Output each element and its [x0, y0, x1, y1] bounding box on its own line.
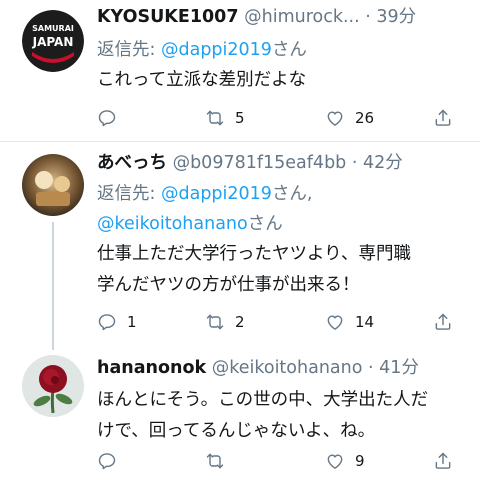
- share-icon: [435, 313, 451, 330]
- tweet-text-line: ほんとにそう。この世の中、大学出た人だ: [97, 390, 429, 410]
- tweet-feed: SAMURAI JAPAN KYOSUKE1007 @himurock... ·…: [0, 0, 480, 486]
- share-icon: [435, 452, 451, 469]
- tweet-text: ほんとにそう。この世の中、大学出た人だ けで、回ってるんじゃないよ、ね。: [97, 385, 472, 447]
- tweet-header: KYOSUKE1007 @himurock... · 39分: [97, 4, 472, 30]
- user-handle[interactable]: @keikoitohanano: [212, 358, 363, 378]
- action-bar: 1 2 14: [97, 310, 457, 334]
- retweet-icon: [206, 110, 224, 126]
- replying-to: 返信先: @dappi2019さん, @keikoitohananoさん: [97, 179, 472, 239]
- share-button[interactable]: [433, 106, 453, 130]
- mention-link[interactable]: @dappi2019: [161, 40, 272, 60]
- logo-text-top: SAMURAI: [32, 24, 74, 33]
- avatar[interactable]: SAMURAI JAPAN: [22, 10, 84, 72]
- like-icon: [327, 111, 343, 126]
- tweet-text: 仕事上ただ大学行ったヤツより、専門職 学んだヤツの方が仕事が出来る！: [97, 239, 472, 301]
- avatar-photo: [22, 355, 84, 417]
- retweet-button[interactable]: [205, 449, 235, 473]
- share-icon: [435, 109, 451, 126]
- tweet-text: これって立派な差別だよな: [97, 70, 307, 90]
- separator-dot: ·: [368, 358, 374, 378]
- reply-count: 1: [127, 313, 137, 331]
- reply-icon: [98, 314, 116, 331]
- reply-button[interactable]: [97, 106, 127, 130]
- samurai-japan-logo: SAMURAI JAPAN: [22, 10, 84, 72]
- timestamp[interactable]: 42分: [363, 153, 403, 173]
- like-count: 26: [355, 109, 375, 127]
- avatar-photo: [22, 154, 84, 216]
- tweet-body: hananonok @keikoitohanano · 41分 ほんとにそう。こ…: [97, 355, 472, 447]
- reply-icon: [98, 110, 116, 127]
- replying-label: 返信先:: [97, 40, 156, 60]
- display-name[interactable]: hananonok: [97, 358, 206, 378]
- like-icon: [327, 454, 343, 469]
- like-count: 14: [355, 313, 375, 331]
- replying-suffix: さん: [271, 40, 307, 60]
- tweet-body: KYOSUKE1007 @himurock... · 39分 返信先: @dap…: [97, 4, 472, 96]
- tweet-text-line: 仕事上ただ大学行ったヤツより、専門職: [97, 244, 411, 264]
- tweet[interactable]: SAMURAI JAPAN KYOSUKE1007 @himurock... ·…: [0, 0, 480, 142]
- thread-line: [52, 222, 54, 350]
- like-button[interactable]: 14: [325, 310, 374, 334]
- avatar[interactable]: [22, 355, 84, 417]
- like-count: 9: [355, 452, 365, 470]
- retweet-count: 5: [235, 109, 245, 127]
- user-handle[interactable]: @b09781f15eaf4bb: [173, 153, 347, 173]
- retweet-button[interactable]: 5: [205, 106, 245, 130]
- reply-icon: [98, 453, 116, 470]
- tweet-header: あべっち @b09781f15eaf4bb · 42分: [97, 150, 472, 176]
- logo-text-main: JAPAN: [32, 35, 74, 49]
- tweet[interactable]: あべっち @b09781f15eaf4bb · 42分 返信先: @dappi2…: [0, 142, 480, 350]
- reply-button[interactable]: 1: [97, 310, 137, 334]
- mention-link[interactable]: @keikoitohanano: [97, 214, 248, 234]
- avatar[interactable]: [22, 154, 84, 216]
- tweet[interactable]: hananonok @keikoitohanano · 41分 ほんとにそう。こ…: [0, 347, 480, 486]
- separator-dot: ·: [351, 153, 358, 173]
- tweet-text-line: 学んだヤツの方が仕事が出来る！: [97, 275, 360, 295]
- user-handle[interactable]: @himurock...: [244, 7, 360, 27]
- action-bar: 9: [97, 449, 457, 473]
- like-button[interactable]: 9: [325, 449, 365, 473]
- replying-to: 返信先: @dappi2019さん: [97, 35, 472, 65]
- separator-dot: ·: [365, 7, 371, 27]
- retweet-icon: [206, 314, 224, 330]
- timestamp[interactable]: 41分: [379, 358, 419, 378]
- tweet-body: あべっち @b09781f15eaf4bb · 42分 返信先: @dappi2…: [97, 150, 472, 301]
- mention-link[interactable]: @dappi2019: [161, 184, 272, 204]
- retweet-button[interactable]: 2: [205, 310, 245, 334]
- like-icon: [327, 315, 343, 330]
- replying-label: 返信先:: [97, 184, 156, 204]
- tweet-text-line: けで、回ってるんじゃないよ、ね。: [97, 421, 376, 441]
- display-name[interactable]: あべっち: [97, 153, 167, 173]
- action-bar: 5 26: [97, 106, 457, 130]
- share-button[interactable]: [433, 310, 453, 334]
- display-name[interactable]: KYOSUKE1007: [97, 7, 239, 27]
- tweet-header: hananonok @keikoitohanano · 41分: [97, 355, 472, 381]
- reply-button[interactable]: [97, 449, 127, 473]
- like-button[interactable]: 26: [325, 106, 374, 130]
- retweet-count: 2: [235, 313, 245, 331]
- share-button[interactable]: [433, 449, 453, 473]
- replying-mid: さん,: [271, 184, 313, 204]
- retweet-icon: [206, 453, 224, 469]
- timestamp[interactable]: 39分: [376, 7, 416, 27]
- replying-suffix: さん: [247, 214, 283, 234]
